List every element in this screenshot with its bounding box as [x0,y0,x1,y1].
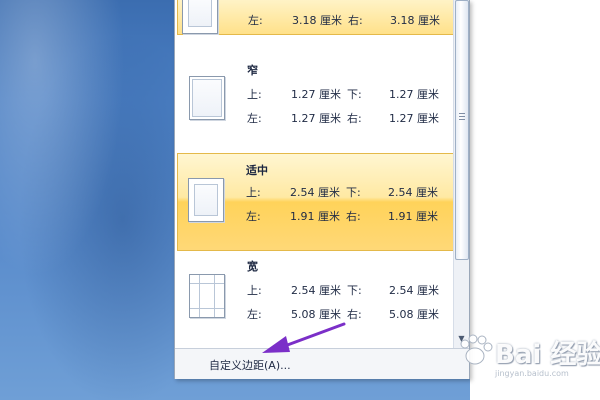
scrollbar-thumb[interactable] [455,0,469,260]
label-bottom: 下: [346,186,361,199]
watermark-text: Bai 经验 [495,340,600,370]
list-scrollbar[interactable]: ▼ [453,0,469,348]
margin-option-wide[interactable]: 宽 上: 2.54 厘米 下: 2.54 厘米 左: 5.08 厘米 右: 5.… [177,254,453,340]
label-left: 左: [247,112,262,125]
value-top: 2.54 厘米 [290,186,340,199]
value-top: 1.27 厘米 [291,88,341,101]
value-left: 1.27 厘米 [291,112,341,125]
label-bottom: 下: [347,284,362,297]
value-right: 5.08 厘米 [389,308,439,321]
margin-option-normal[interactable]: 左: 3.18 厘米 右: 3.18 厘米 [177,0,453,35]
margins-dropdown: 左: 3.18 厘米 右: 3.18 厘米 窄 上: 1.27 厘米 下: 1.… [174,0,470,379]
label-top: 上: [246,186,261,199]
watermark-logo: Bai 经验 jingyan.baidu.com [455,330,600,390]
label-left: 左: [248,14,263,27]
paw-logo-icon [460,334,493,365]
margin-option-moderate[interactable]: 适中 上: 2.54 厘米 下: 2.54 厘米 左: 1.91 厘米 右: 1… [177,153,453,251]
page-margin-thumbnail-icon [189,274,225,318]
value-bottom: 2.54 厘米 [388,186,438,199]
label-left: 左: [246,210,261,223]
page-margin-thumbnail-icon [188,178,224,222]
custom-margins-menu-item[interactable]: 自定义边距(A)... [209,357,291,373]
value-left: 1.91 厘米 [290,210,340,223]
option-title: 适中 [246,164,268,177]
page-margin-thumbnail-icon [189,76,225,120]
value-bottom: 1.27 厘米 [389,88,439,101]
margin-option-narrow[interactable]: 窄 上: 1.27 厘米 下: 1.27 厘米 左: 1.27 厘米 右: 1.… [177,52,453,132]
watermark-subtext: jingyan.baidu.com [495,369,569,378]
value-right: 1.91 厘米 [388,210,438,223]
value-left: 5.08 厘米 [291,308,341,321]
label-right: 右: [348,14,363,27]
label-top: 上: [247,284,262,297]
menu-footer: 自定义边距(A)... [175,348,469,379]
value-left: 3.18 厘米 [292,14,342,27]
option-title: 窄 [247,64,258,77]
option-title: 宽 [247,260,258,273]
label-right: 右: [346,210,361,223]
label-right: 右: [347,308,362,321]
label-right: 右: [347,112,362,125]
value-right: 1.27 厘米 [389,112,439,125]
margins-list: 左: 3.18 厘米 右: 3.18 厘米 窄 上: 1.27 厘米 下: 1.… [175,0,453,348]
label-left: 左: [247,308,262,321]
label-top: 上: [247,88,262,101]
value-right: 3.18 厘米 [390,14,440,27]
window-background [0,0,175,400]
value-bottom: 2.54 厘米 [389,284,439,297]
page-margin-thumbnail-icon [182,0,218,34]
value-top: 2.54 厘米 [291,284,341,297]
label-bottom: 下: [347,88,362,101]
